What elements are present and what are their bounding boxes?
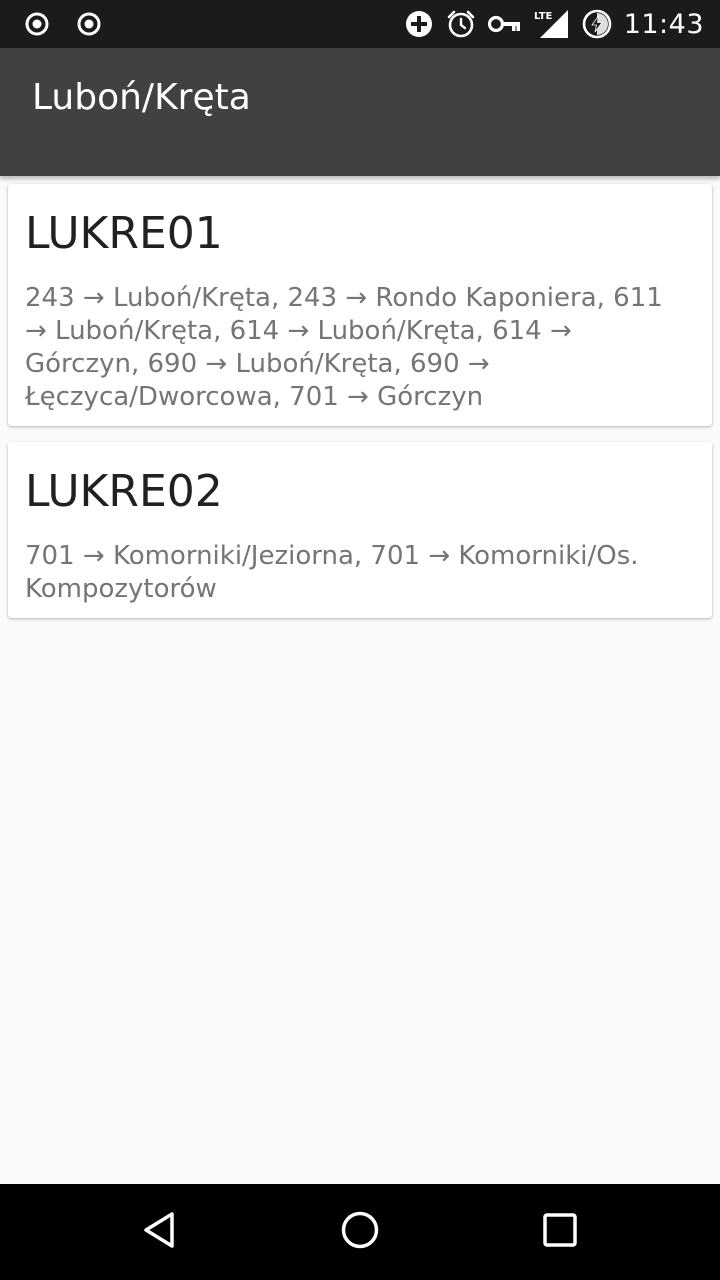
status-bar: LTE 11:43 <box>0 0 720 48</box>
stop-card-lukre02[interactable]: LUKRE02 701 → Komorniki/Jeziorna, 701 → … <box>8 442 712 618</box>
recents-button[interactable] <box>536 1208 584 1256</box>
svg-text:LTE: LTE <box>534 11 553 22</box>
lte-signal-icon: LTE <box>534 9 570 39</box>
back-button[interactable] <box>136 1208 184 1256</box>
home-icon <box>340 1210 380 1254</box>
navigation-bar <box>0 1184 720 1280</box>
screen: LTE 11:43 Luboń/Kręta LUKRE01 243 → Lubo… <box>0 0 720 1280</box>
vpn-key-icon <box>487 9 522 39</box>
recents-icon <box>540 1210 580 1254</box>
status-right-icons: LTE 11:43 <box>404 0 704 48</box>
app-bar: Luboń/Kręta <box>0 48 720 176</box>
add-circle-icon <box>404 9 434 39</box>
stop-code: LUKRE01 <box>25 208 223 259</box>
stop-routes: 243 → Luboń/Kręta, 243 → Rondo Kaponiera… <box>25 283 663 412</box>
stop-routes: 701 → Komorniki/Jeziorna, 701 → Komornik… <box>25 541 639 604</box>
stop-code: LUKRE02 <box>25 466 223 517</box>
home-button[interactable] <box>336 1208 384 1256</box>
alarm-icon <box>446 9 476 39</box>
battery-charging-icon <box>582 9 612 39</box>
back-icon <box>140 1210 180 1254</box>
page-title: Luboń/Kręta <box>32 77 251 118</box>
status-time: 11:43 <box>623 8 704 40</box>
record-icon <box>74 9 104 39</box>
stop-card-lukre01[interactable]: LUKRE01 243 → Luboń/Kręta, 243 → Rondo K… <box>8 184 712 426</box>
status-left-icons <box>22 0 104 48</box>
record-icon <box>22 9 52 39</box>
